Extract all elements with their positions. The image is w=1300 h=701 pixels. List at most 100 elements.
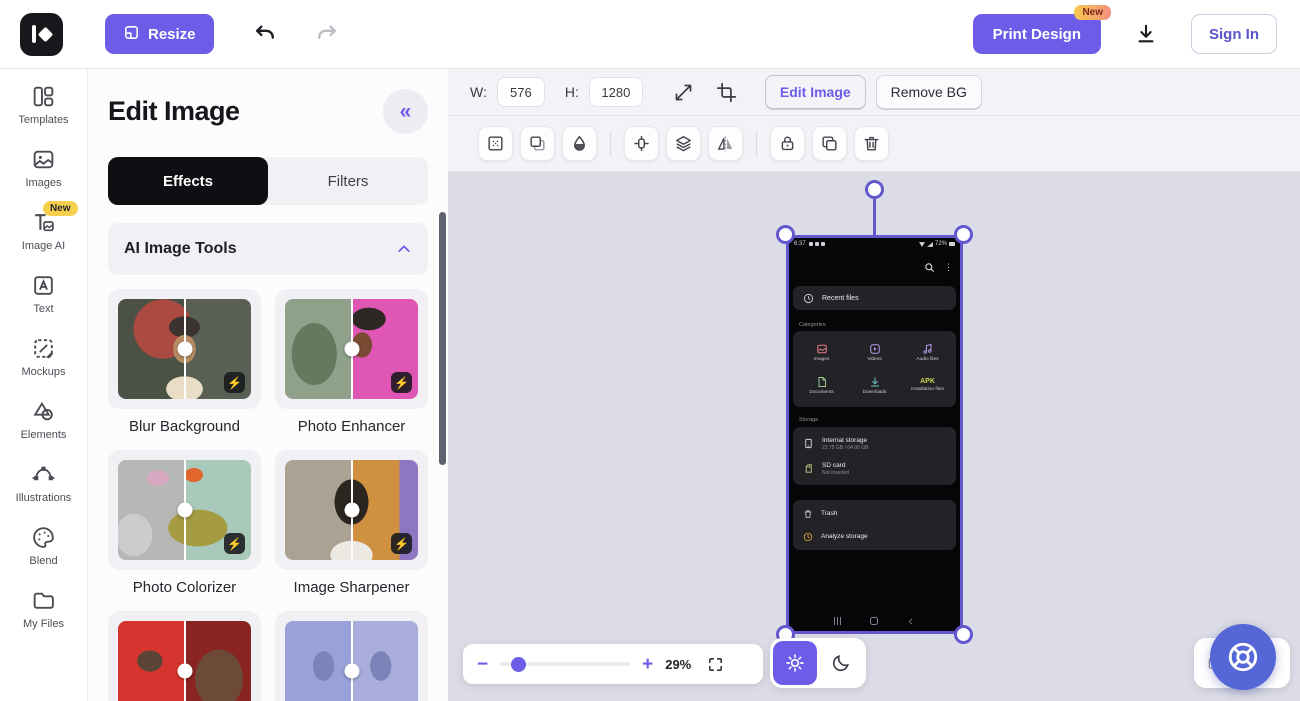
nav-home-icon [870,617,878,625]
recent-files-label: Recent files [822,295,859,302]
print-design-label: Print Design [993,26,1081,43]
tool-card-6[interactable] [275,611,428,701]
sidebar-item-images[interactable]: Images [2,147,86,189]
tool-thumb-frame: ⚡ [275,450,428,570]
sidebar-item-blend[interactable]: Blend [2,525,86,567]
expand-button[interactable] [667,78,700,107]
height-input[interactable] [589,77,643,107]
pixelied-logo[interactable] [20,13,63,56]
fullscreen-button[interactable] [703,652,728,677]
toolbar-divider [756,131,757,157]
analyze-storage-icon [803,532,813,542]
copy-button[interactable] [812,126,847,161]
category-label: Installation files [911,387,944,392]
spark-badge-icon: ⚡ [391,533,412,554]
text-icon [31,273,56,298]
sidebar-item-label: Templates [18,114,68,126]
crop-button[interactable] [710,78,743,107]
design-canvas[interactable]: 6:37 72% ⋮ [448,172,1300,701]
resize-button[interactable]: Resize [105,14,214,54]
sidebar-item-text[interactable]: Text [2,273,86,315]
sd-card-icon [803,463,814,474]
section-ai-image-tools[interactable]: AI Image Tools [108,223,428,275]
help-button[interactable] [1210,624,1276,690]
delete-button[interactable] [854,126,889,161]
status-right-icons: 72% [919,241,955,247]
phone-screenshot-image[interactable]: 6:37 72% ⋮ [786,235,963,634]
tool-card-photo-colorizer[interactable]: ⚡ Photo Colorizer [108,450,261,596]
tool-card-blur-background[interactable]: ⚡ Blur Background [108,289,261,435]
tab-effects[interactable]: Effects [108,157,268,205]
sidebar-item-my-files[interactable]: My Files [2,588,86,630]
blend-droplet-button[interactable] [562,126,597,161]
download-button[interactable] [1131,19,1161,49]
tool-thumb: ⚡ [285,299,418,399]
collapse-panel-button[interactable]: « [383,89,428,134]
lock-button[interactable] [770,126,805,161]
top-header: Resize Print Design New Sign In [0,0,1300,69]
width-input[interactable] [497,77,545,107]
sidebar-item-mockups[interactable]: Mockups [2,336,86,378]
droplet-icon [570,134,589,153]
position-button[interactable] [478,126,513,161]
category-downloads: Downloads [848,369,901,402]
height-label: H: [565,84,579,100]
print-design-button[interactable]: Print Design New [973,14,1101,54]
fullscreen-icon [707,656,724,673]
storage-section-label: Storage [799,417,818,423]
category-audio-files: Audio files [901,336,954,369]
sign-in-button[interactable]: Sign In [1191,14,1277,54]
battery-icon [949,242,955,246]
edit-image-mode-button[interactable]: Edit Image [765,75,866,109]
canvas-column: W: H: Edit Image Remove BG [448,69,1300,701]
phone-actions-card: Trash Analyze storage [793,500,956,550]
dimension-toolbar: W: H: Edit Image Remove BG [448,69,1300,116]
zoom-slider-thumb[interactable] [511,657,526,672]
tool-thumb-frame: ⚡ [108,289,261,409]
sidebar-item-elements[interactable]: Elements [2,399,86,441]
position-icon [486,134,505,153]
tool-card-5[interactable] [108,611,261,701]
width-label: W: [470,84,487,100]
rotation-handle[interactable] [865,180,884,199]
resize-handle-bottom-right[interactable] [954,625,973,644]
flip-horizontal-button[interactable] [708,126,743,161]
phone-storage-card: Internal storage 23.75 GB / 64.00 GB SD … [793,427,956,485]
tool-thumb: ⚡ [285,460,418,560]
panel-header: Edit Image « [108,89,428,134]
tool-card-photo-enhancer[interactable]: ⚡ Photo Enhancer [275,289,428,435]
undo-button[interactable] [248,19,282,49]
light-mode-button[interactable] [773,641,817,685]
tool-card-image-sharpener[interactable]: ⚡ Image Sharpener [275,450,428,596]
documents-category-icon [816,376,828,388]
my-files-icon [31,588,56,613]
tool-label: Blur Background [108,418,261,435]
tab-filters[interactable]: Filters [268,157,428,205]
resize-icon [123,24,140,45]
tool-thumb-frame [275,611,428,701]
layers-button[interactable] [666,126,701,161]
duplicate-overlap-button[interactable] [520,126,555,161]
sidebar-item-image-ai[interactable]: New Image AI [2,210,86,252]
resize-handle-top-left[interactable] [776,225,795,244]
spark-badge-icon: ⚡ [224,372,245,393]
remove-bg-button[interactable]: Remove BG [876,75,982,109]
redo-button[interactable] [310,19,344,49]
storage-item-title: Internal storage [822,437,868,444]
sidebar-item-illustrations[interactable]: Illustrations [2,462,86,504]
zoom-in-button[interactable]: + [642,655,653,674]
flip-horizontal-icon [716,134,735,153]
align-center-button[interactable] [624,126,659,161]
resize-handle-top-right[interactable] [954,225,973,244]
help-lifebuoy-icon [1225,639,1261,675]
sidebar-item-templates[interactable]: Templates [2,84,86,126]
action-label: Trash [821,510,837,517]
panel-scrollbar[interactable] [439,212,446,465]
zoom-slider[interactable] [500,662,630,666]
zoom-out-button[interactable]: − [477,655,488,674]
apk-category-icon: APK [920,378,935,385]
tool-thumb: ⚡ [118,460,251,560]
dark-mode-button[interactable] [819,641,863,685]
sidebar-item-label: Text [33,303,53,315]
category-label: Documents [809,390,833,395]
